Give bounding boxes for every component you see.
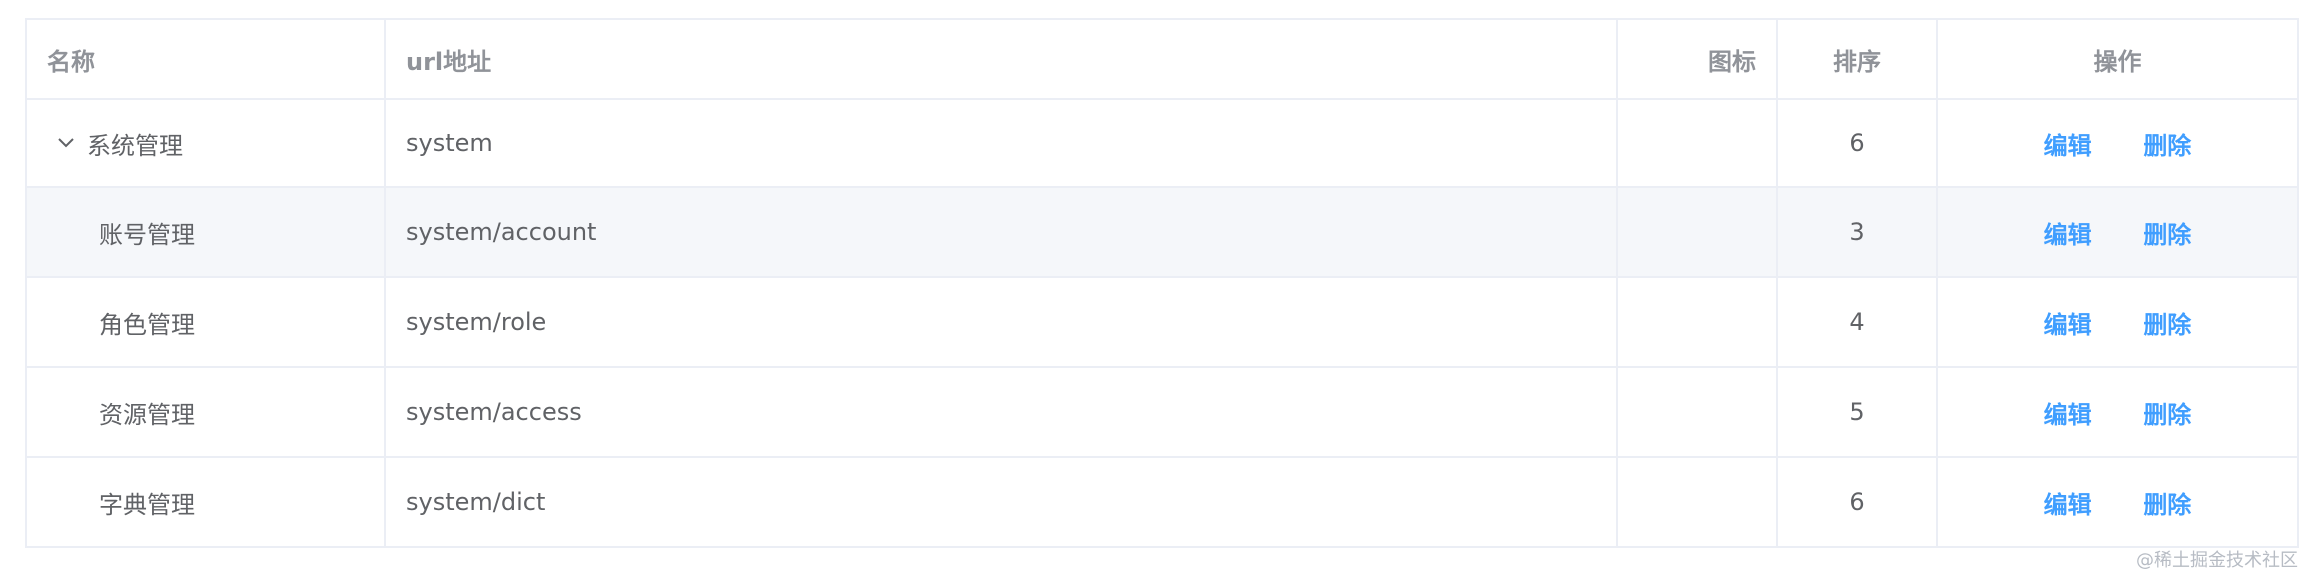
delete-button[interactable]: 删除 bbox=[2143, 215, 2191, 250]
row-sort: 6 bbox=[1776, 456, 1938, 548]
row-name: 账号管理 bbox=[99, 220, 195, 249]
table-row[interactable]: 账号管理 system/account 3 编辑 删除 bbox=[25, 186, 2299, 278]
row-sort: 3 bbox=[1776, 186, 1938, 278]
row-icon bbox=[1616, 186, 1778, 278]
row-operations: 编辑 删除 bbox=[1936, 366, 2299, 458]
row-name: 资源管理 bbox=[99, 400, 195, 429]
header-name: 名称 bbox=[25, 18, 386, 100]
header-url: url地址 bbox=[384, 18, 1618, 100]
delete-button[interactable]: 删除 bbox=[2143, 126, 2191, 161]
row-icon bbox=[1616, 456, 1778, 548]
table-row[interactable]: 资源管理 system/access 5 编辑 删除 bbox=[25, 366, 2299, 458]
chevron-down-icon[interactable] bbox=[47, 129, 87, 157]
page: 名称 url地址 图标 排序 操作 系统管理 system 6 编辑 删除 账号… bbox=[0, 0, 2312, 576]
delete-button[interactable]: 删除 bbox=[2143, 305, 2191, 340]
row-url: system/role bbox=[384, 276, 1618, 368]
edit-button[interactable]: 编辑 bbox=[2044, 215, 2092, 250]
row-url: system/dict bbox=[384, 456, 1618, 548]
cell-name: 资源管理 bbox=[25, 366, 386, 458]
row-name: 字典管理 bbox=[99, 490, 195, 519]
row-sort: 6 bbox=[1776, 98, 1938, 188]
row-operations: 编辑 删除 bbox=[1936, 456, 2299, 548]
header-icon: 图标 bbox=[1616, 18, 1778, 100]
watermark: @稀土掘金技术社区 bbox=[2136, 550, 2298, 571]
row-url: system bbox=[384, 98, 1618, 188]
table-header-row: 名称 url地址 图标 排序 操作 bbox=[25, 18, 2299, 100]
delete-button[interactable]: 删除 bbox=[2143, 485, 2191, 520]
table-row[interactable]: 角色管理 system/role 4 编辑 删除 bbox=[25, 276, 2299, 368]
cell-name: 角色管理 bbox=[25, 276, 386, 368]
row-operations: 编辑 删除 bbox=[1936, 98, 2299, 188]
edit-button[interactable]: 编辑 bbox=[2044, 126, 2092, 161]
delete-button[interactable]: 删除 bbox=[2143, 395, 2191, 430]
row-url: system/account bbox=[384, 186, 1618, 278]
row-icon bbox=[1616, 276, 1778, 368]
header-sort: 排序 bbox=[1776, 18, 1938, 100]
header-operations: 操作 bbox=[1936, 18, 2299, 100]
edit-button[interactable]: 编辑 bbox=[2044, 305, 2092, 340]
menu-tree-table: 名称 url地址 图标 排序 操作 系统管理 system 6 编辑 删除 账号… bbox=[25, 18, 2299, 548]
edit-button[interactable]: 编辑 bbox=[2044, 485, 2092, 520]
table-row[interactable]: 系统管理 system 6 编辑 删除 bbox=[25, 98, 2299, 188]
table-row[interactable]: 字典管理 system/dict 6 编辑 删除 bbox=[25, 456, 2299, 548]
row-operations: 编辑 删除 bbox=[1936, 186, 2299, 278]
row-icon bbox=[1616, 98, 1778, 188]
row-sort: 4 bbox=[1776, 276, 1938, 368]
row-name: 角色管理 bbox=[99, 310, 195, 339]
cell-name: 字典管理 bbox=[25, 456, 386, 548]
edit-button[interactable]: 编辑 bbox=[2044, 395, 2092, 430]
row-name: 系统管理 bbox=[87, 131, 183, 160]
row-icon bbox=[1616, 366, 1778, 458]
row-operations: 编辑 删除 bbox=[1936, 276, 2299, 368]
row-sort: 5 bbox=[1776, 366, 1938, 458]
cell-name: 系统管理 bbox=[25, 98, 386, 188]
row-url: system/access bbox=[384, 366, 1618, 458]
cell-name: 账号管理 bbox=[25, 186, 386, 278]
